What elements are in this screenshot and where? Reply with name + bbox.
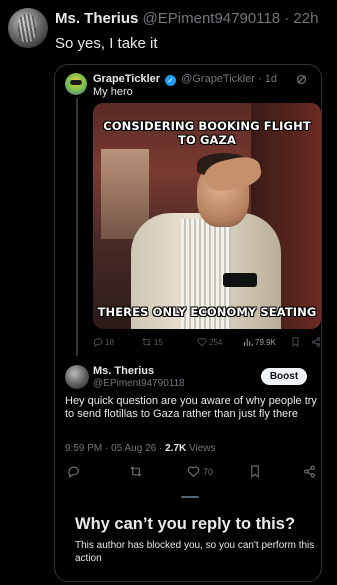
- sheet-drag-handle[interactable]: [181, 496, 199, 498]
- reply-author-handle[interactable]: @EPiment94790118: [93, 378, 185, 389]
- post-time[interactable]: 22h: [293, 10, 318, 27]
- meme-bottom-caption: THERES ONLY ECONOMY SEATING: [97, 305, 317, 319]
- reply-author-name[interactable]: Ms. Therius: [93, 365, 154, 377]
- meme-phone: [223, 273, 257, 287]
- quoted-repost-action[interactable]: 15: [141, 337, 163, 347]
- quoted-share-action[interactable]: [311, 337, 321, 347]
- reply-author-avatar[interactable]: [65, 365, 89, 389]
- post-author-name[interactable]: Ms. Therius: [55, 10, 138, 27]
- quoted-reply-action[interactable]: 18: [93, 337, 114, 347]
- quoted-like-count: 254: [209, 337, 223, 347]
- restriction-title: Why can’t you reply to this?: [75, 515, 296, 533]
- meme-top-caption: CONSIDERING BOOKING FLIGHT TO GAZA: [103, 119, 311, 147]
- meta-separator: ·: [105, 443, 109, 454]
- reply-bookmark-action[interactable]: [249, 465, 261, 478]
- quoted-bookmark-action[interactable]: [291, 337, 300, 347]
- quoted-actions-bar: 18 15 254 79.9K: [93, 337, 321, 351]
- reply-views-label: Views: [189, 443, 216, 454]
- reply-icon: [68, 466, 79, 478]
- quoted-reply-count: 18: [105, 337, 114, 347]
- meta-separator: ·: [158, 443, 163, 454]
- reply-date[interactable]: 05 Aug 26: [111, 443, 156, 454]
- boost-button[interactable]: Boost: [261, 368, 307, 385]
- post-author-avatar[interactable]: [8, 8, 48, 48]
- header-separator: ·: [284, 10, 290, 27]
- repost-icon: [130, 466, 142, 477]
- quoted-author-handle[interactable]: @GrapeTickler: [181, 73, 255, 85]
- quoted-author-name[interactable]: GrapeTickler: [93, 73, 160, 85]
- post-header: Ms. Therius @EPiment94790118 · 22h: [55, 10, 318, 27]
- share-icon: [304, 465, 315, 478]
- reply-time[interactable]: 9:59 PM: [65, 443, 102, 454]
- thread-line: [76, 98, 78, 356]
- reply-like-count: 70: [203, 466, 214, 477]
- meme-image[interactable]: CONSIDERING BOOKING FLIGHT TO GAZA THERE…: [93, 103, 321, 329]
- quoted-time[interactable]: 1d: [265, 73, 277, 85]
- reply-icon: [94, 338, 103, 347]
- quoted-like-action[interactable]: 254: [197, 337, 222, 347]
- reply-reply-action[interactable]: [67, 465, 80, 478]
- views-icon: [244, 338, 253, 347]
- quoted-repost-count: 15: [154, 337, 163, 347]
- reply-actions-bar: 70: [65, 465, 317, 481]
- post-text: So yes, I take it: [55, 35, 158, 52]
- like-icon: [197, 338, 207, 347]
- quoted-views-count: 79.9K: [255, 337, 276, 347]
- reply-share-action[interactable]: [303, 465, 316, 478]
- reply-repost-action[interactable]: [129, 465, 143, 478]
- verified-icon: ✓: [165, 75, 177, 86]
- quoted-header: GrapeTickler ✓ @GrapeTickler · 1d: [93, 73, 277, 86]
- reply-meta: 9:59 PM · 05 Aug 26 · 2.7K Views: [65, 443, 216, 454]
- bookmark-icon: [292, 337, 299, 347]
- bookmark-icon: [251, 465, 259, 478]
- repost-icon: [142, 338, 151, 346]
- reply-text: Hey quick question are you aware of why …: [65, 395, 317, 420]
- quoted-author-avatar[interactable]: [65, 73, 87, 95]
- quoted-separator: ·: [257, 73, 262, 85]
- post-author-handle[interactable]: @EPiment94790118: [143, 10, 281, 27]
- grok-icon[interactable]: [296, 74, 307, 85]
- quoted-text: My hero: [93, 86, 133, 98]
- share-icon: [311, 337, 321, 347]
- quoted-post-card[interactable]: GrapeTickler ✓ @GrapeTickler · 1d My her…: [54, 64, 322, 582]
- like-icon: [187, 466, 200, 478]
- reply-like-action[interactable]: 70: [187, 465, 213, 478]
- quoted-views-action[interactable]: 79.9K: [243, 337, 276, 347]
- restriction-text: This author has blocked you, so you can'…: [75, 540, 315, 564]
- reply-views-count[interactable]: 2.7K: [165, 443, 186, 454]
